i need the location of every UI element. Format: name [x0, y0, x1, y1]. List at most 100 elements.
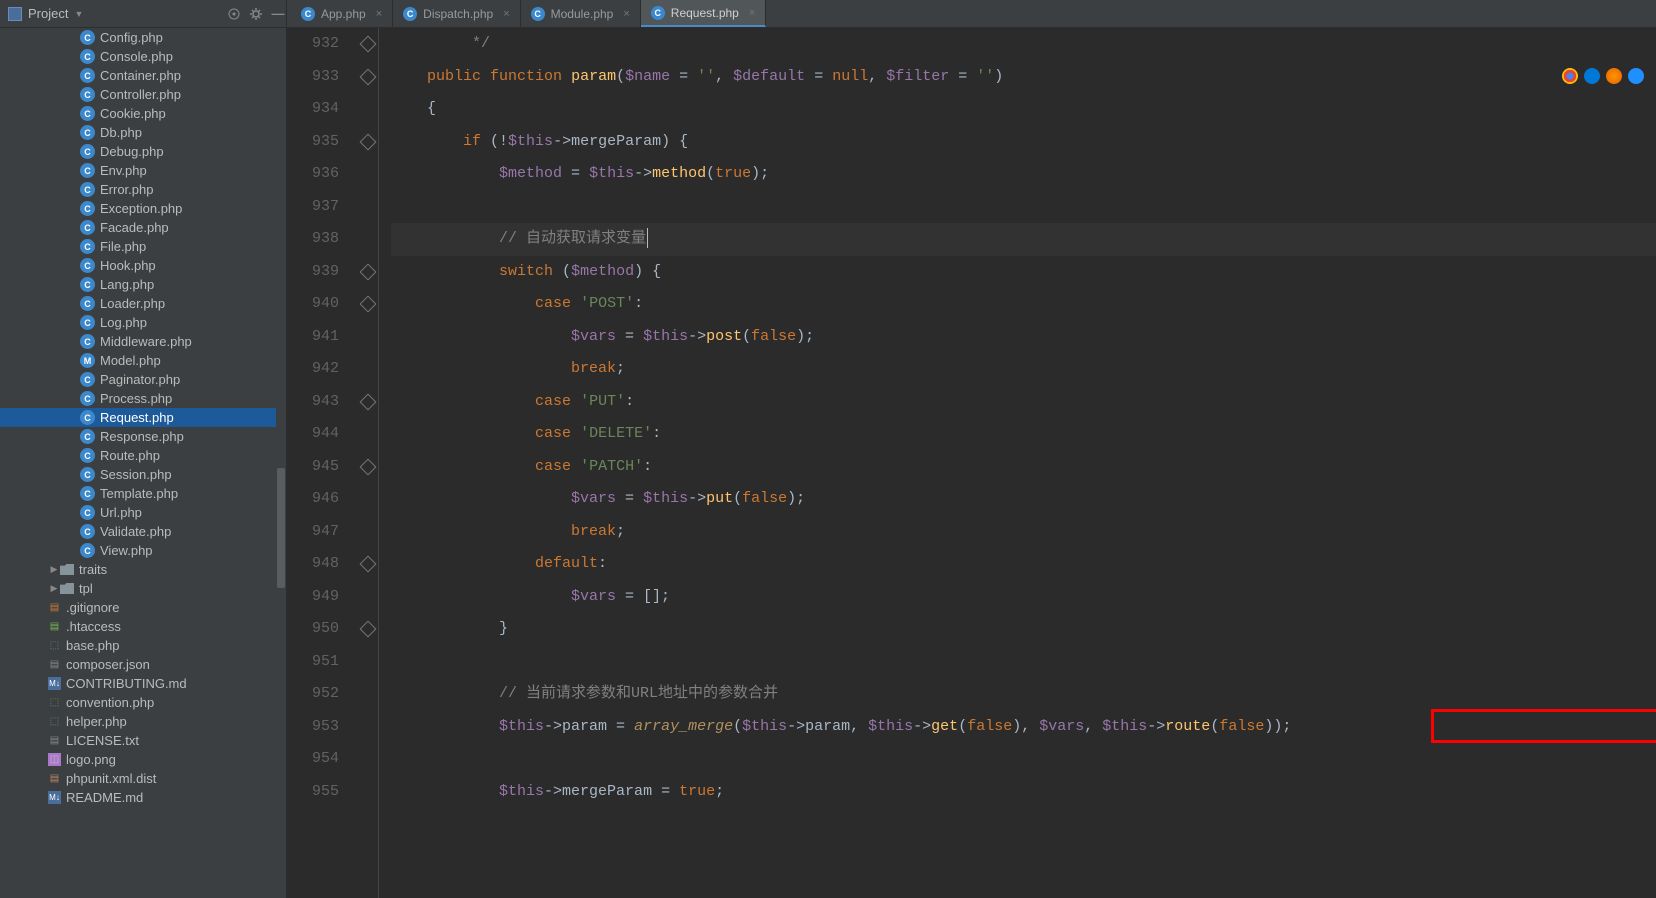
project-tree[interactable]: CConfig.phpCConsole.phpCContainer.phpCCo…	[0, 28, 287, 898]
tree-file-cookie[interactable]: CCookie.php	[0, 104, 286, 123]
tree-folder-tpl[interactable]: ▶tpl	[0, 579, 286, 598]
tree-file-paginator[interactable]: CPaginator.php	[0, 370, 286, 389]
code-line[interactable]: $this->mergeParam = true;	[391, 776, 1656, 809]
close-icon[interactable]: ×	[376, 8, 382, 20]
tree-file-config[interactable]: CConfig.php	[0, 28, 286, 47]
fold-marker[interactable]	[359, 556, 376, 573]
locate-icon[interactable]	[226, 6, 242, 22]
expand-arrow-icon[interactable]: ▶	[48, 583, 60, 594]
code-line[interactable]: public function param($name = '', $defau…	[391, 61, 1656, 94]
tree-file-session[interactable]: CSession.php	[0, 465, 286, 484]
tree-file-loader[interactable]: CLoader.php	[0, 294, 286, 313]
fold-marker[interactable]	[359, 458, 376, 475]
collapse-icon[interactable]: —	[270, 6, 286, 22]
tree-file-validate[interactable]: CValidate.php	[0, 522, 286, 541]
fold-marker[interactable]	[359, 68, 376, 85]
tree-file-view[interactable]: CView.php	[0, 541, 286, 560]
expand-arrow-icon[interactable]: ▶	[48, 564, 60, 575]
tree-file-debug[interactable]: CDebug.php	[0, 142, 286, 161]
code-line[interactable]: case 'POST':	[391, 288, 1656, 321]
code-line[interactable]: $vars = $this->put(false);	[391, 483, 1656, 516]
code-line[interactable]: case 'DELETE':	[391, 418, 1656, 451]
close-icon[interactable]: ×	[503, 8, 509, 20]
tree-file-file[interactable]: CFile.php	[0, 237, 286, 256]
code-line[interactable]: if (!$this->mergeParam) {	[391, 126, 1656, 159]
tree-file--htaccess[interactable]: ▤.htaccess	[0, 617, 286, 636]
fold-column[interactable]	[357, 28, 379, 898]
tree-file-console[interactable]: CConsole.php	[0, 47, 286, 66]
code-line[interactable]: break;	[391, 516, 1656, 549]
fold-marker[interactable]	[359, 393, 376, 410]
tree-file-route[interactable]: CRoute.php	[0, 446, 286, 465]
code-line[interactable]: $vars = [];	[391, 581, 1656, 614]
fold-marker[interactable]	[359, 621, 376, 638]
tree-file-composer-json[interactable]: ▤composer.json	[0, 655, 286, 674]
tree-file-hook[interactable]: CHook.php	[0, 256, 286, 275]
sidebar-scrollbar[interactable]	[276, 28, 286, 898]
close-icon[interactable]: ×	[623, 8, 629, 20]
tab-module[interactable]: CModule.php×	[521, 0, 641, 27]
close-icon[interactable]: ×	[749, 7, 755, 19]
tree-file-error[interactable]: CError.php	[0, 180, 286, 199]
tree-file--gitignore[interactable]: ▤.gitignore	[0, 598, 286, 617]
tree-file-db[interactable]: CDb.php	[0, 123, 286, 142]
code-line[interactable]	[391, 743, 1656, 776]
code-content[interactable]: */ public function param($name = '', $de…	[379, 28, 1656, 898]
code-line[interactable]: // 当前请求参数和URL地址中的参数合并	[391, 678, 1656, 711]
tab-request[interactable]: CRequest.php×	[641, 0, 767, 27]
scrollbar-thumb[interactable]	[277, 468, 285, 588]
tree-file-facade[interactable]: CFacade.php	[0, 218, 286, 237]
code-line[interactable]: {	[391, 93, 1656, 126]
browser-preview-icons[interactable]	[1562, 68, 1644, 84]
tree-file-controller[interactable]: CController.php	[0, 85, 286, 104]
firefox-icon[interactable]	[1606, 68, 1622, 84]
chrome-icon[interactable]	[1562, 68, 1578, 84]
tree-folder-traits[interactable]: ▶traits	[0, 560, 286, 579]
tree-file-log[interactable]: CLog.php	[0, 313, 286, 332]
code-line[interactable]: // 自动获取请求变量	[391, 223, 1656, 256]
code-line[interactable]: */	[391, 28, 1656, 61]
project-tool-header[interactable]: Project ▼ —	[0, 0, 287, 27]
fold-marker[interactable]	[359, 296, 376, 313]
tree-file-README-md[interactable]: M↓README.md	[0, 788, 286, 807]
code-line[interactable]: }	[391, 613, 1656, 646]
edge-icon[interactable]	[1584, 68, 1600, 84]
gear-icon[interactable]	[248, 6, 264, 22]
tree-file-lang[interactable]: CLang.php	[0, 275, 286, 294]
fold-marker[interactable]	[359, 263, 376, 280]
tree-file-env[interactable]: CEnv.php	[0, 161, 286, 180]
safari-icon[interactable]	[1628, 68, 1644, 84]
tree-file-template[interactable]: CTemplate.php	[0, 484, 286, 503]
fold-marker[interactable]	[359, 36, 376, 53]
code-line[interactable]: break;	[391, 353, 1656, 386]
tree-file-exception[interactable]: CException.php	[0, 199, 286, 218]
code-line[interactable]	[391, 191, 1656, 224]
tree-file-phpunit-xml-dist[interactable]: ▤phpunit.xml.dist	[0, 769, 286, 788]
code-line[interactable]: switch ($method) {	[391, 256, 1656, 289]
tree-file-request[interactable]: CRequest.php	[0, 408, 286, 427]
tree-file-logo-png[interactable]: ◫logo.png	[0, 750, 286, 769]
code-line[interactable]: case 'PUT':	[391, 386, 1656, 419]
tab-app[interactable]: CApp.php×	[291, 0, 393, 27]
tree-file-middleware[interactable]: CMiddleware.php	[0, 332, 286, 351]
tree-file-base-php[interactable]: ⬚base.php	[0, 636, 286, 655]
tree-file-helper-php[interactable]: ⬚helper.php	[0, 712, 286, 731]
code-line[interactable]: $vars = $this->post(false);	[391, 321, 1656, 354]
code-line[interactable]: case 'PATCH':	[391, 451, 1656, 484]
tab-dispatch[interactable]: CDispatch.php×	[393, 0, 520, 27]
tree-file-process[interactable]: CProcess.php	[0, 389, 286, 408]
tree-file-LICENSE-txt[interactable]: ▤LICENSE.txt	[0, 731, 286, 750]
tree-file-container[interactable]: CContainer.php	[0, 66, 286, 85]
tree-file-convention-php[interactable]: ⬚convention.php	[0, 693, 286, 712]
code-line[interactable]: default:	[391, 548, 1656, 581]
fold-marker[interactable]	[359, 133, 376, 150]
tree-file-model[interactable]: MModel.php	[0, 351, 286, 370]
code-line[interactable]: $this->param = array_merge($this->param,…	[391, 711, 1656, 744]
file-label: Hook.php	[100, 258, 156, 273]
code-editor[interactable]: 9329339349359369379389399409419429439449…	[287, 28, 1656, 898]
tree-file-CONTRIBUTING-md[interactable]: M↓CONTRIBUTING.md	[0, 674, 286, 693]
code-line[interactable]	[391, 646, 1656, 679]
tree-file-response[interactable]: CResponse.php	[0, 427, 286, 446]
code-line[interactable]: $method = $this->method(true);	[391, 158, 1656, 191]
tree-file-url[interactable]: CUrl.php	[0, 503, 286, 522]
